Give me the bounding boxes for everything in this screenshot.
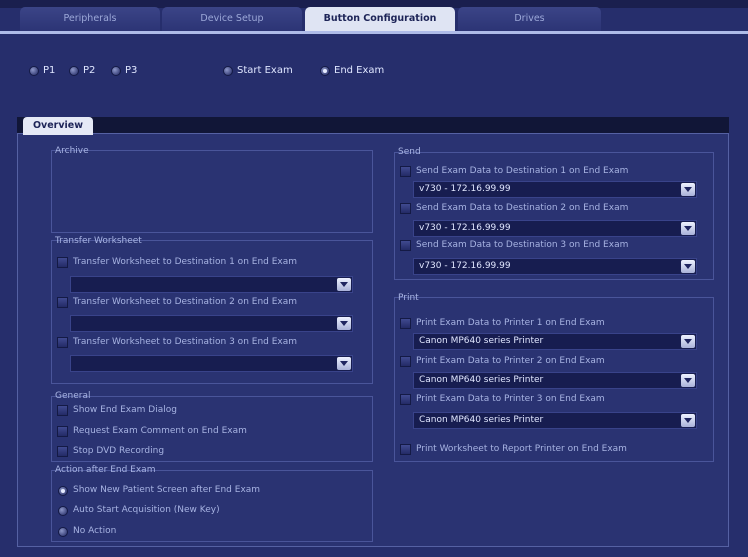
send-dest1-label: Send Exam Data to Destination 1 on End E… <box>416 166 629 176</box>
send-dest2-value: v730 - 172.16.99.99 <box>419 223 511 233</box>
print-printer2-value: Canon MP640 series Printer <box>419 375 544 385</box>
radio-auto-start-acquisition-label: Auto Start Acquisition (New Key) <box>73 505 220 515</box>
radio-auto-start-acquisition[interactable] <box>58 506 68 516</box>
radio-no-action-label: No Action <box>73 526 117 536</box>
send-dest2-checkbox[interactable] <box>400 203 411 214</box>
tab-overview[interactable]: Overview <box>23 117 93 135</box>
radio-end-exam[interactable] <box>320 66 330 76</box>
transfer-dest3-checkbox[interactable] <box>57 337 68 348</box>
stop-dvd-recording-checkbox[interactable] <box>57 446 68 457</box>
print-printer2-dropdown[interactable]: Canon MP640 series Printer <box>413 372 697 389</box>
radio-start-exam[interactable] <box>223 66 233 76</box>
print-printer2-checkbox[interactable] <box>400 356 411 367</box>
radio-p3-label: P3 <box>125 65 138 76</box>
panel-tab-bar <box>17 117 729 133</box>
send-dest2-label: Send Exam Data to Destination 2 on End E… <box>416 203 629 213</box>
radio-p2-label: P2 <box>83 65 96 76</box>
transfer-dest2-checkbox[interactable] <box>57 297 68 308</box>
chevron-down-icon[interactable] <box>337 357 351 370</box>
send-dest3-value: v730 - 172.16.99.99 <box>419 261 511 271</box>
transfer-dest1-label: Transfer Worksheet to Destination 1 on E… <box>73 257 298 267</box>
chevron-down-icon[interactable] <box>681 414 695 427</box>
send-dest3-checkbox[interactable] <box>400 240 411 251</box>
radio-p1-label: P1 <box>43 65 56 76</box>
request-exam-comment-label: Request Exam Comment on End Exam <box>73 426 247 436</box>
chevron-down-icon[interactable] <box>681 222 695 235</box>
chevron-down-icon[interactable] <box>337 317 351 330</box>
tab-underline <box>0 31 748 34</box>
transfer-dest2-label: Transfer Worksheet to Destination 2 on E… <box>73 297 298 307</box>
transfer-dest2-dropdown[interactable] <box>70 315 353 332</box>
print-worksheet-checkbox[interactable] <box>400 444 411 455</box>
general-title: General <box>55 391 91 401</box>
radio-p3[interactable] <box>111 66 121 76</box>
print-printer1-label: Print Exam Data to Printer 1 on End Exam <box>416 318 605 328</box>
print-printer1-dropdown[interactable]: Canon MP640 series Printer <box>413 333 697 350</box>
print-printer1-checkbox[interactable] <box>400 318 411 329</box>
show-end-exam-dialog-checkbox[interactable] <box>57 405 68 416</box>
print-printer1-value: Canon MP640 series Printer <box>419 336 544 346</box>
send-dest3-dropdown[interactable]: v730 - 172.16.99.99 <box>413 258 697 275</box>
print-printer3-value: Canon MP640 series Printer <box>419 415 544 425</box>
stop-dvd-recording-label: Stop DVD Recording <box>73 446 165 456</box>
send-dest1-dropdown[interactable]: v730 - 172.16.99.99 <box>413 181 697 198</box>
print-printer2-label: Print Exam Data to Printer 2 on End Exam <box>416 356 605 366</box>
chevron-down-icon[interactable] <box>681 335 695 348</box>
radio-show-new-patient-screen[interactable] <box>58 486 68 496</box>
print-worksheet-label: Print Worksheet to Report Printer on End… <box>416 444 627 454</box>
radio-show-new-patient-screen-label: Show New Patient Screen after End Exam <box>73 485 261 495</box>
print-printer3-label: Print Exam Data to Printer 3 on End Exam <box>416 394 605 404</box>
transfer-worksheet-title: Transfer Worksheet <box>55 236 142 246</box>
archive-group <box>51 150 373 233</box>
tab-peripherals[interactable]: Peripherals <box>20 7 160 31</box>
radio-no-action[interactable] <box>58 527 68 537</box>
print-printer3-checkbox[interactable] <box>400 394 411 405</box>
show-end-exam-dialog-label: Show End Exam Dialog <box>73 405 177 415</box>
send-dest1-checkbox[interactable] <box>400 166 411 177</box>
tab-button-configuration[interactable]: Button Configuration <box>305 7 455 31</box>
action-after-end-exam-title: Action after End Exam <box>55 465 156 475</box>
send-dest2-dropdown[interactable]: v730 - 172.16.99.99 <box>413 220 697 237</box>
print-printer3-dropdown[interactable]: Canon MP640 series Printer <box>413 412 697 429</box>
transfer-dest1-dropdown[interactable] <box>70 276 353 293</box>
send-dest1-value: v730 - 172.16.99.99 <box>419 184 511 194</box>
chevron-down-icon[interactable] <box>681 183 695 196</box>
archive-title: Archive <box>55 146 89 156</box>
chevron-down-icon[interactable] <box>337 278 351 291</box>
radio-start-exam-label: Start Exam <box>237 65 293 76</box>
request-exam-comment-checkbox[interactable] <box>57 426 68 437</box>
radio-end-exam-label: End Exam <box>334 65 385 76</box>
radio-p2[interactable] <box>69 66 79 76</box>
send-title: Send <box>398 147 421 157</box>
transfer-dest3-dropdown[interactable] <box>70 355 353 372</box>
tab-drives[interactable]: Drives <box>458 7 601 31</box>
print-title: Print <box>398 293 419 303</box>
chevron-down-icon[interactable] <box>681 374 695 387</box>
tab-device-setup[interactable]: Device Setup <box>162 7 302 31</box>
chevron-down-icon[interactable] <box>681 260 695 273</box>
transfer-dest1-checkbox[interactable] <box>57 257 68 268</box>
radio-p1[interactable] <box>29 66 39 76</box>
transfer-dest3-label: Transfer Worksheet to Destination 3 on E… <box>73 337 298 347</box>
send-dest3-label: Send Exam Data to Destination 3 on End E… <box>416 240 629 250</box>
